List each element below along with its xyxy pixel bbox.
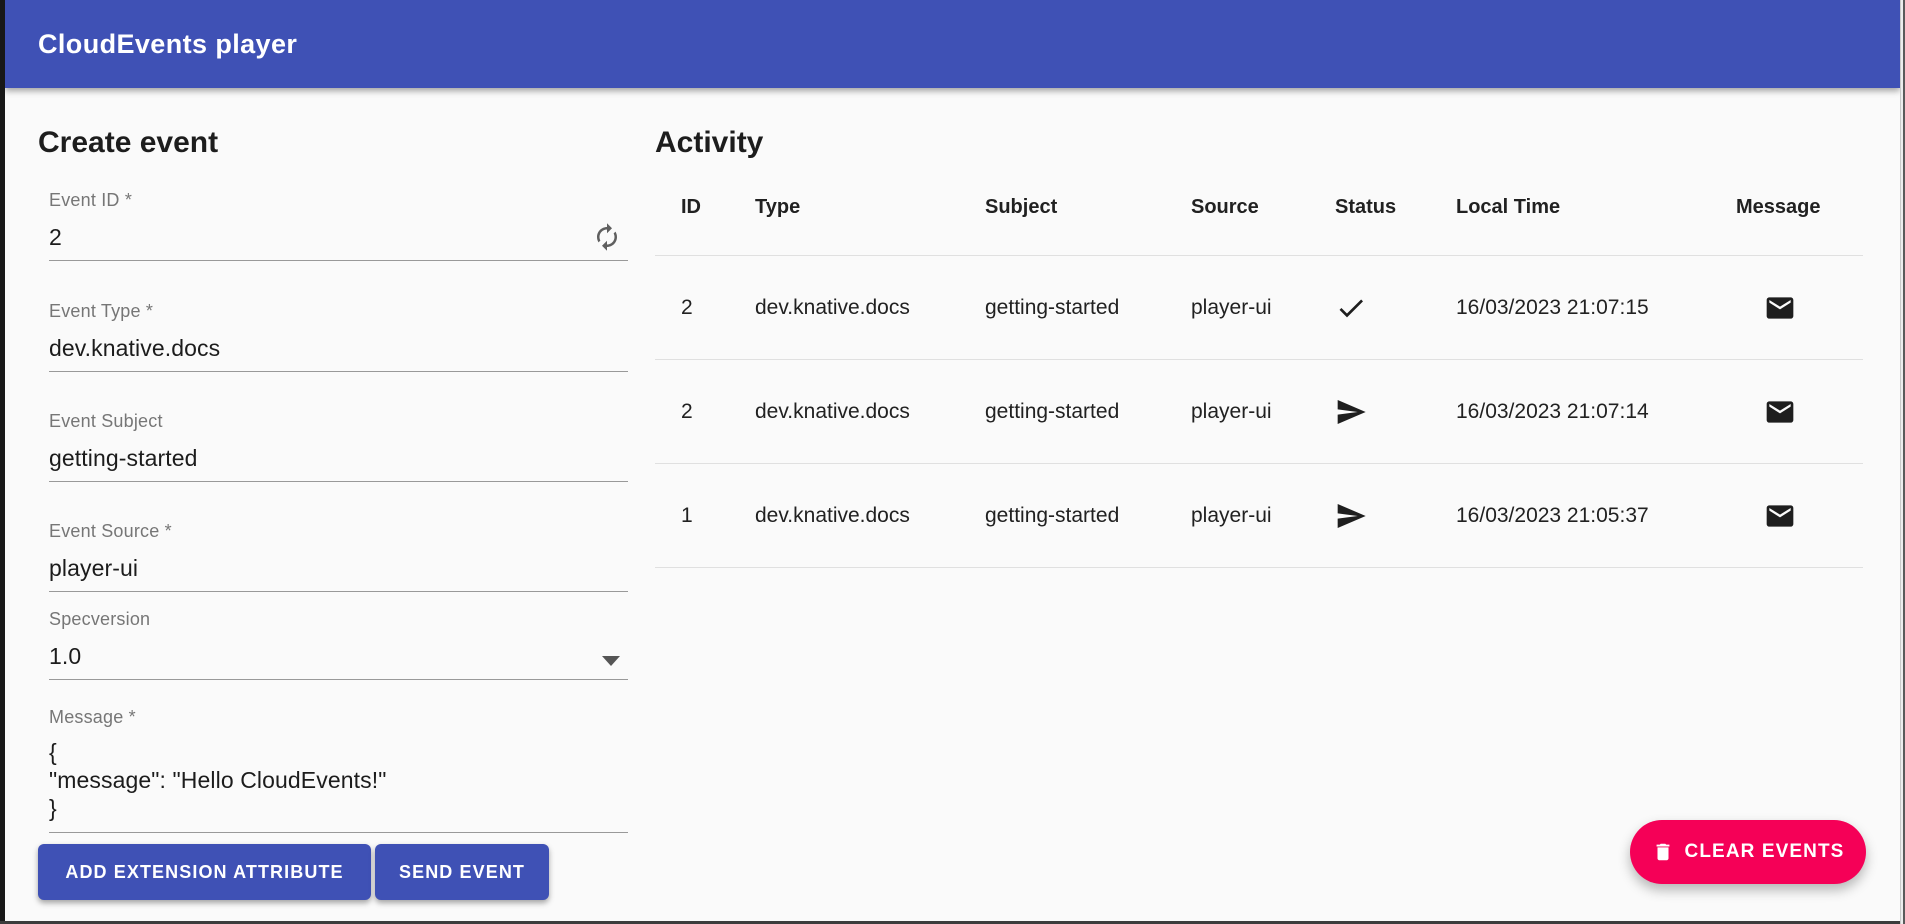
cell-message: [1736, 500, 1863, 532]
col-header-type: Type: [755, 196, 985, 219]
specversion-select[interactable]: 1.0: [49, 643, 628, 669]
specversion-label: Specversion: [49, 609, 628, 629]
table-row: 1 dev.knative.docs getting-started playe…: [655, 464, 1863, 568]
event-source-field: Event Source * player-ui: [49, 521, 628, 592]
event-type-input[interactable]: dev.knative.docs: [49, 335, 628, 361]
message-field: Message * { "message": "Hello CloudEvent…: [49, 707, 628, 833]
activity-heading: Activity: [655, 126, 1863, 160]
check-icon: [1335, 292, 1367, 324]
refresh-icon[interactable]: [592, 222, 622, 252]
cell-message: [1736, 396, 1863, 428]
cell-subject: getting-started: [985, 296, 1191, 320]
window-edge-left: [0, 0, 5, 924]
event-type-label: Event Type *: [49, 301, 628, 321]
cell-subject: getting-started: [985, 504, 1191, 528]
cell-source: player-ui: [1191, 504, 1335, 528]
cell-id: 2: [681, 296, 755, 320]
event-subject-field: Event Subject getting-started: [49, 411, 628, 482]
event-subject-input[interactable]: getting-started: [49, 445, 628, 471]
trash-icon: [1652, 841, 1674, 863]
envelope-icon[interactable]: [1764, 396, 1796, 428]
dropdown-arrow-icon[interactable]: [602, 656, 620, 666]
col-header-source: Source: [1191, 196, 1335, 219]
specversion-field: Specversion 1.0: [49, 609, 628, 680]
table-row: 2 dev.knative.docs getting-started playe…: [655, 360, 1863, 464]
cell-local-time: 16/03/2023 21:05:37: [1456, 504, 1736, 528]
event-source-input[interactable]: player-ui: [49, 555, 628, 581]
cell-subject: getting-started: [985, 400, 1191, 424]
event-source-label: Event Source *: [49, 521, 628, 541]
create-event-heading: Create event: [38, 126, 628, 160]
event-subject-label: Event Subject: [49, 411, 628, 431]
app-bar: CloudEvents player: [5, 0, 1900, 88]
clear-events-button[interactable]: CLEAR EVENTS: [1630, 820, 1866, 884]
event-id-input[interactable]: 2: [49, 224, 628, 250]
col-header-status: Status: [1335, 196, 1456, 219]
event-id-field: Event ID * 2: [49, 190, 628, 261]
app-title: CloudEvents player: [38, 29, 297, 60]
cell-local-time: 16/03/2023 21:07:14: [1456, 400, 1736, 424]
form-buttons: ADD EXTENSION ATTRIBUTE SEND EVENT: [38, 844, 628, 900]
event-id-label: Event ID *: [49, 190, 628, 210]
col-header-subject: Subject: [985, 196, 1191, 219]
envelope-icon[interactable]: [1764, 500, 1796, 532]
form-fields: Event ID * 2 Event Type * dev.knative.do…: [49, 190, 628, 900]
cell-local-time: 16/03/2023 21:07:15: [1456, 296, 1736, 320]
col-header-message: Message: [1736, 196, 1863, 219]
activity-panel: Activity ID Type Subject Source Status L…: [655, 126, 1863, 568]
cell-status: [1335, 292, 1456, 324]
cell-type: dev.knative.docs: [755, 504, 985, 528]
cell-type: dev.knative.docs: [755, 400, 985, 424]
cell-type: dev.knative.docs: [755, 296, 985, 320]
send-event-button[interactable]: SEND EVENT: [375, 844, 549, 900]
scrollbar-track[interactable]: [1900, 0, 1905, 924]
cell-status: [1335, 500, 1456, 532]
envelope-icon[interactable]: [1764, 292, 1796, 324]
cell-id: 2: [681, 400, 755, 424]
send-icon: [1335, 500, 1367, 532]
cell-message: [1736, 292, 1863, 324]
event-type-field: Event Type * dev.knative.docs: [49, 301, 628, 372]
cell-source: player-ui: [1191, 296, 1335, 320]
cell-id: 1: [681, 504, 755, 528]
cell-status: [1335, 396, 1456, 428]
message-label: Message *: [49, 707, 628, 727]
add-extension-attribute-button[interactable]: ADD EXTENSION ATTRIBUTE: [38, 844, 371, 900]
table-row: 2 dev.knative.docs getting-started playe…: [655, 256, 1863, 360]
message-input[interactable]: { "message": "Hello CloudEvents!" }: [49, 738, 628, 822]
cell-source: player-ui: [1191, 400, 1335, 424]
table-header-row: ID Type Subject Source Status Local Time…: [655, 160, 1863, 256]
send-icon: [1335, 396, 1367, 428]
clear-events-label: CLEAR EVENTS: [1685, 841, 1845, 863]
create-event-panel: Create event Event ID * 2 Event Type * d…: [38, 126, 628, 900]
col-header-local-time: Local Time: [1456, 196, 1736, 219]
col-header-id: ID: [681, 196, 755, 219]
